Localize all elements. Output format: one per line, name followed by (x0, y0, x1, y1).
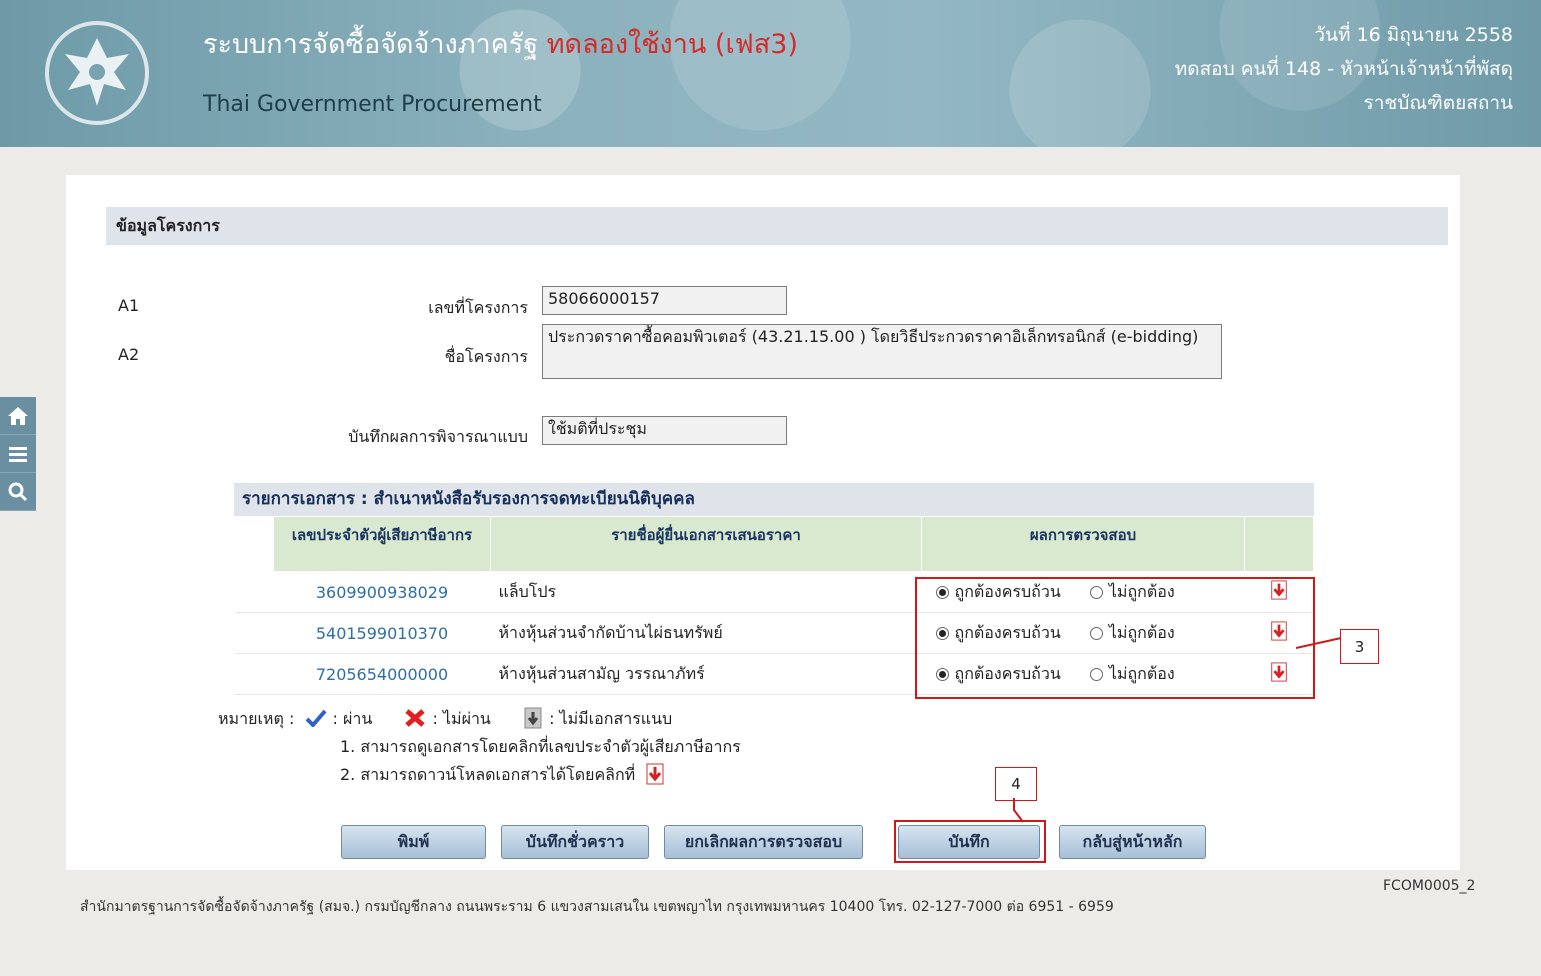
check-icon (306, 709, 327, 728)
row-spacer (234, 653, 274, 695)
radio-circle[interactable] (935, 626, 949, 640)
project-name-field[interactable]: ประกวดราคาซื้อคอมพิวเตอร์ (43.21.15.00 )… (542, 324, 1222, 379)
radio-incorrect-label: ไม่ถูกต้อง (1108, 581, 1175, 601)
document-table: รายการเอกสาร : สำเนาหนังสือรับรองการจดทะ… (234, 483, 1314, 695)
result-options: ถูกต้องครบถ้วน ไม่ถูกต้อง (921, 653, 1245, 695)
result-options: ถูกต้องครบถ้วน ไม่ถูกต้อง (921, 571, 1245, 613)
a2-code: A2 (118, 345, 140, 364)
content-panel: ข้อมูลโครงการ A1 เลขที่โครงการ 580660001… (66, 175, 1460, 870)
consideration-result-label: บันทึกผลการพิจารณาแบบ (348, 427, 528, 446)
document-row: 7205654000000 ห้างหุ้นส่วนสามัญ วรรณาภัท… (234, 653, 1314, 695)
download-cell (1244, 571, 1314, 613)
notes: หมายเหตุ : : ผ่าน : ไม่ผ่าน : ไม่มีเอกสา… (218, 705, 741, 789)
project-name-label: ชื่อโครงการ (444, 347, 528, 366)
save-draft-button[interactable]: บันทึกชั่วคราว (501, 825, 649, 859)
user-info: วันที่ 16 มิถุนายน 2558 ทดสอบ คนที่ 148 … (1175, 18, 1513, 120)
pass-text: : ผ่าน (332, 709, 373, 728)
document-header-row: เลขประจำตัวผู้เสียภาษีอากร รายชื่อผู้ยื่… (234, 516, 1314, 572)
radio-circle[interactable] (1089, 626, 1103, 640)
radio-incorrect-label: ไม่ถูกต้อง (1108, 622, 1175, 642)
radio-circle[interactable] (1089, 585, 1103, 599)
search-button[interactable] (0, 473, 36, 511)
result-options: ถูกต้องครบถ้วน ไม่ถูกต้อง (921, 612, 1245, 654)
radio-correct-label: ถูกต้องครบถ้วน (954, 581, 1061, 601)
cancel-result-button[interactable]: ยกเลิกผลการตรวจสอบ (664, 825, 863, 859)
current-date: วันที่ 16 มิถุนายน 2558 (1314, 24, 1513, 46)
system-subtitle: Thai Government Procurement (203, 92, 542, 117)
radio-circle[interactable] (1089, 667, 1103, 681)
menu-button[interactable] (0, 435, 36, 473)
a1-code: A1 (118, 296, 140, 315)
consideration-result-field[interactable]: ใช้มติที่ประชุม (542, 416, 787, 445)
a2-label-wrap: ชื่อโครงการ (266, 345, 528, 366)
radio-incorrect[interactable]: ไม่ถูกต้อง (1089, 580, 1175, 605)
page-code: FCOM0005_2 (1383, 878, 1476, 894)
section-title: ข้อมูลโครงการ (106, 207, 1448, 245)
radio-incorrect[interactable]: ไม่ถูกต้อง (1089, 662, 1175, 687)
tax-id-link[interactable]: 7205654000000 (273, 653, 491, 695)
callout-4-line (1013, 798, 1024, 823)
row-spacer (234, 612, 274, 654)
bidder-name: ห้างหุ้นส่วนจำกัดบ้านไผ่ธนทรัพย์ (490, 612, 922, 654)
radio-correct[interactable]: ถูกต้องครบถ้วน (935, 580, 1061, 605)
back-home-button[interactable]: กลับสู่หน้าหลัก (1059, 825, 1206, 859)
save-button[interactable]: บันทึก (898, 825, 1040, 859)
radio-correct-label: ถูกต้องครบถ้วน (954, 663, 1061, 683)
note-line-2-text: 2. สามารถดาวน์โหลดเอกสารได้โดยคลิกที่ (340, 765, 636, 784)
callout-4: 4 (995, 767, 1037, 801)
project-number-label: เลขที่โครงการ (428, 298, 528, 317)
tax-id-link[interactable]: 3609900938029 (273, 571, 491, 613)
home-icon (8, 406, 28, 425)
garuda-logo-icon (45, 21, 149, 125)
radio-correct[interactable]: ถูกต้องครบถ้วน (935, 662, 1061, 687)
fail-text: : ไม่ผ่าน (432, 709, 491, 728)
footer-text: สำนักมาตรฐานการจัดซื้อจัดจ้างภาครัฐ (สมจ… (80, 899, 1114, 915)
side-toolbar (0, 397, 36, 511)
check-result-header: ผลการตรวจสอบ (921, 516, 1245, 572)
tax-id-header: เลขประจำตัวผู้เสียภาษีอากร (273, 516, 491, 572)
note-line-2: 2. สามารถดาวน์โหลดเอกสารได้โดยคลิกที่ (218, 761, 741, 789)
result-label-wrap: บันทึกผลการพิจารณาแบบ (216, 425, 528, 446)
download-icon[interactable] (1269, 661, 1289, 683)
print-button[interactable]: พิมพ์ (341, 825, 486, 859)
document-table-title: รายการเอกสาร : สำเนาหนังสือรับรองการจดทะ… (234, 483, 1314, 516)
document-row: 5401599010370 ห้างหุ้นส่วนจำกัดบ้านไผ่ธน… (234, 612, 1314, 654)
radio-correct-label: ถูกต้องครบถ้วน (954, 622, 1061, 642)
search-icon (8, 482, 28, 501)
no-attachment-text: : ไม่มีเอกสารแนบ (549, 709, 673, 728)
tax-id-link[interactable]: 5401599010370 (273, 612, 491, 654)
no-attachment-icon (524, 707, 542, 729)
document-grid: เลขประจำตัวผู้เสียภาษีอากร รายชื่อผู้ยื่… (234, 516, 1314, 695)
home-button[interactable] (0, 397, 36, 435)
header-banner: ระบบการจัดซื้อจัดจ้างภาครัฐ ทดลองใช้งาน … (0, 0, 1541, 147)
system-title: ระบบการจัดซื้อจัดจ้างภาครัฐ ทดลองใช้งาน … (203, 22, 798, 65)
organization: ราชบัณฑิตยสถาน (1363, 92, 1513, 114)
blank-header-cell (234, 516, 274, 572)
a1-label-wrap: เลขที่โครงการ (266, 296, 528, 317)
trial-label: ทดลองใช้งาน (เฟส3) (546, 29, 798, 60)
download-header-cell (1244, 516, 1314, 572)
project-number-field[interactable]: 58066000157 (542, 286, 787, 315)
menu-icon (9, 446, 27, 462)
radio-circle[interactable] (935, 667, 949, 681)
callout-3: 3 (1340, 629, 1379, 664)
bidder-name: ห้างหุ้นส่วนสามัญ วรรณาภัทร์ (490, 653, 922, 695)
radio-correct[interactable]: ถูกต้องครบถ้วน (935, 621, 1061, 646)
download-icon[interactable] (1269, 620, 1289, 642)
bidder-name-header: รายชื่อผู้ยื่นเอกสารเสนอราคา (490, 516, 922, 572)
current-user: ทดสอบ คนที่ 148 - หัวหน้าเจ้าหน้าที่พัสด… (1174, 58, 1513, 80)
note-line-1: 1. สามารถดูเอกสารโดยคลิกที่เลขประจำตัวผู… (340, 737, 741, 756)
bidder-name: แล็บโปร (490, 571, 922, 613)
legend-line: หมายเหตุ : : ผ่าน : ไม่ผ่าน : ไม่มีเอกสา… (218, 705, 741, 733)
document-row: 3609900938029 แล็บโปร ถูกต้องครบถ้วน ไม่… (234, 571, 1314, 613)
radio-incorrect[interactable]: ไม่ถูกต้อง (1089, 621, 1175, 646)
row-spacer (234, 571, 274, 613)
system-title-text: ระบบการจัดซื้อจัดจ้างภาครัฐ (203, 29, 539, 60)
cross-icon (405, 709, 426, 727)
download-icon (646, 763, 664, 785)
radio-incorrect-label: ไม่ถูกต้อง (1108, 663, 1175, 683)
download-icon[interactable] (1269, 579, 1289, 601)
radio-circle[interactable] (935, 585, 949, 599)
notes-label: หมายเหตุ : (218, 709, 295, 728)
